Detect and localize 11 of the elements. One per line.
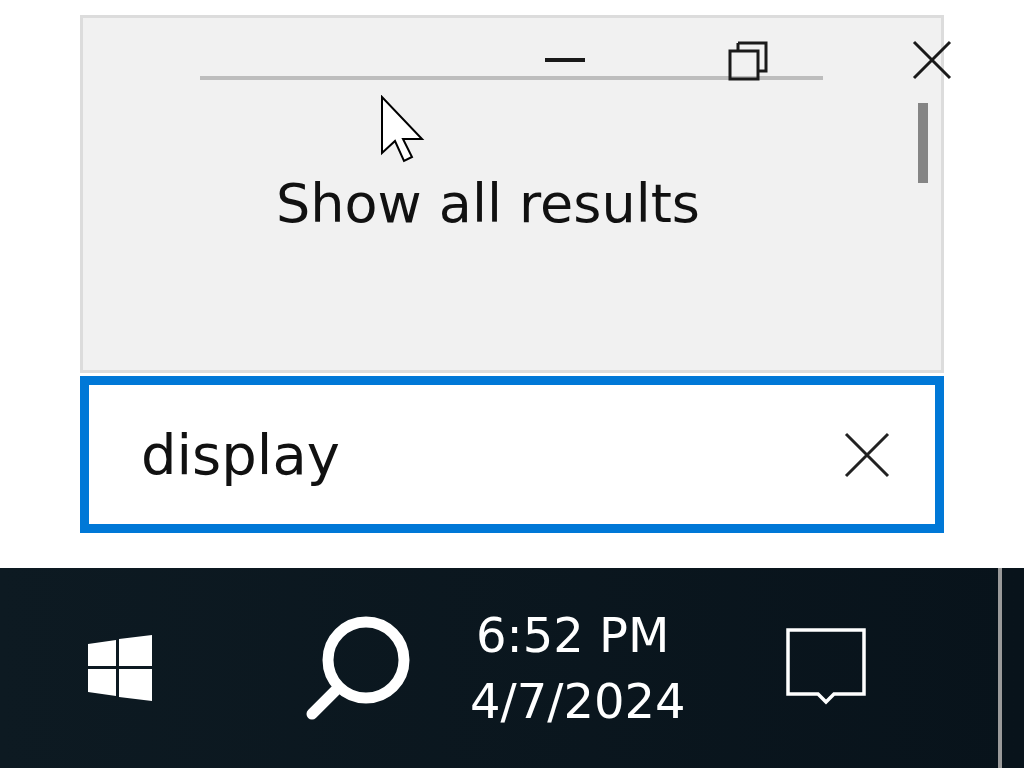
search-field[interactable]: display [80,376,944,533]
scrollbar-thumb[interactable] [918,103,928,183]
clear-icon[interactable] [844,431,890,478]
clock-time[interactable]: 6:52 PM [476,607,670,663]
windows-logo-icon[interactable] [88,635,152,701]
clock-date[interactable]: 4/7/2024 [470,673,686,729]
search-icon[interactable] [304,614,412,722]
minimize-icon[interactable] [545,58,585,64]
show-all-results-link[interactable]: Show all results [275,172,700,235]
close-icon[interactable] [912,40,952,80]
restore-icon[interactable] [728,41,768,81]
